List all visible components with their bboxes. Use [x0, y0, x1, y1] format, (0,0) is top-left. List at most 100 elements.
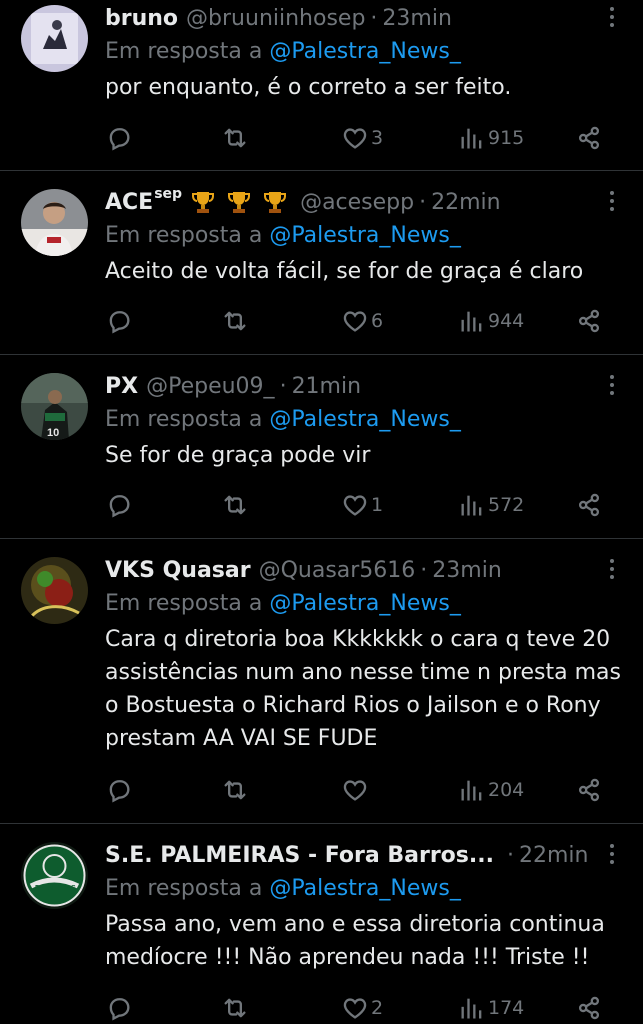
retweet-button[interactable] — [221, 485, 249, 525]
views-icon — [461, 780, 482, 801]
reply-context: Em resposta a @Palestra_News_ — [105, 404, 623, 436]
action-bar: 1 572 — [105, 485, 643, 525]
timestamp[interactable]: 23min — [432, 558, 501, 583]
reply-icon — [109, 128, 130, 151]
display-name[interactable]: ACE — [105, 190, 153, 215]
views-icon — [461, 128, 482, 149]
timestamp[interactable]: 23min — [382, 6, 451, 31]
view-count: 174 — [488, 997, 525, 1019]
views-button[interactable]: 174 — [458, 988, 524, 1024]
share-icon — [578, 493, 600, 517]
action-bar: 6 944 — [105, 301, 643, 341]
action-bar: 204 — [105, 770, 643, 810]
timestamp[interactable]: 22min — [519, 843, 588, 868]
like-icon — [343, 998, 367, 1019]
retweet-icon — [224, 998, 246, 1018]
display-name[interactable]: VKS Quasar — [105, 558, 251, 583]
retweet-button[interactable] — [221, 118, 249, 158]
more-icon[interactable] — [609, 559, 615, 581]
timestamp[interactable]: 21min — [292, 374, 361, 399]
more-icon[interactable] — [609, 7, 615, 29]
display-name[interactable]: S.E. PALMEIRAS - Fora Barros... — [105, 843, 494, 868]
like-button[interactable] — [341, 770, 371, 810]
like-button[interactable]: 6 — [341, 301, 383, 341]
retweet-button[interactable] — [221, 301, 249, 341]
retweet-icon — [224, 780, 246, 800]
retweet-button[interactable] — [221, 988, 249, 1024]
tweet[interactable]: VKS Quasar @Quasar5616 · 23min Em respos… — [0, 539, 643, 824]
tweet[interactable]: PALMEIRAS S.E. PALMEIRAS - Fora Barros..… — [0, 824, 643, 1024]
tweet[interactable]: 10 PX @Pepeu09_ · 21min Em resposta a @P… — [0, 355, 643, 539]
reply-button[interactable] — [105, 118, 133, 158]
like-count: 3 — [371, 127, 384, 149]
share-button[interactable] — [575, 301, 603, 341]
svg-text:PALMEIRAS: PALMEIRAS — [35, 885, 76, 892]
mention-link[interactable]: @Palestra_News_ — [269, 223, 460, 248]
like-button[interactable]: 2 — [341, 988, 383, 1024]
share-button[interactable] — [575, 118, 603, 158]
views-button[interactable]: 915 — [458, 118, 524, 158]
share-button[interactable] — [575, 988, 603, 1024]
reply-button[interactable] — [105, 770, 133, 810]
view-count: 915 — [488, 127, 525, 149]
like-icon — [343, 495, 367, 516]
user-handle[interactable]: @bruuniinhosep — [186, 6, 365, 31]
reply-icon — [109, 495, 130, 518]
share-icon — [578, 778, 600, 802]
views-icon — [461, 998, 482, 1019]
user-handle[interactable]: @Pepeu09_ — [146, 374, 274, 399]
avatar[interactable]: PALMEIRAS — [21, 842, 88, 909]
user-handle[interactable]: @Quasar5616 — [259, 558, 416, 583]
display-name[interactable]: bruno — [105, 6, 178, 31]
avatar[interactable]: 10 — [21, 373, 88, 440]
like-button[interactable]: 3 — [341, 118, 383, 158]
view-count: 204 — [488, 779, 525, 801]
reply-button[interactable] — [105, 988, 133, 1024]
reply-icon — [109, 998, 130, 1021]
tweet[interactable]: bruno @bruuniinhosep · 23min Em resposta… — [0, 0, 643, 171]
timestamp[interactable]: 22min — [431, 190, 500, 215]
like-icon — [343, 780, 367, 801]
action-bar: 3 915 — [105, 118, 643, 158]
more-icon[interactable] — [609, 844, 615, 866]
svg-text:10: 10 — [47, 427, 59, 439]
trophy-icon — [228, 192, 251, 213]
user-handle[interactable]: @acesepp — [300, 190, 414, 215]
views-button[interactable]: 204 — [458, 770, 524, 810]
like-icon — [343, 311, 367, 332]
share-button[interactable] — [575, 770, 603, 810]
separator-dot: · — [506, 842, 514, 868]
views-button[interactable]: 944 — [458, 301, 524, 341]
tweet[interactable]: ACE sep @acesepp · 22min Em resposta a @… — [0, 171, 643, 355]
reply-feed: bruno @bruuniinhosep · 23min Em resposta… — [0, 0, 643, 1024]
more-icon[interactable] — [609, 375, 615, 397]
reply-prefix: Em resposta a — [105, 407, 263, 432]
avatar[interactable] — [21, 189, 88, 256]
share-button[interactable] — [575, 485, 603, 525]
avatar[interactable] — [21, 557, 88, 624]
views-button[interactable]: 572 — [458, 485, 524, 525]
avatar[interactable] — [21, 5, 88, 72]
reply-button[interactable] — [105, 301, 133, 341]
tweet-text: Cara q diretoria boa Kkkkkkk o cara q te… — [105, 627, 621, 751]
like-button[interactable]: 1 — [341, 485, 383, 525]
reply-context: Em resposta a @Palestra_News_ — [105, 36, 623, 68]
reply-button[interactable] — [105, 485, 133, 525]
share-icon — [578, 126, 600, 150]
retweet-button[interactable] — [221, 770, 249, 810]
like-count: 2 — [371, 997, 384, 1019]
mention-link[interactable]: @Palestra_News_ — [269, 591, 460, 616]
more-icon[interactable] — [609, 191, 615, 213]
retweet-icon — [224, 311, 246, 331]
reply-prefix: Em resposta a — [105, 591, 263, 616]
name-superscript: sep — [154, 186, 183, 202]
action-bar: 2 174 — [105, 988, 643, 1024]
mention-link[interactable]: @Palestra_News_ — [269, 39, 460, 64]
separator-dot: · — [419, 189, 427, 215]
mention-link[interactable]: @Palestra_News_ — [269, 407, 460, 432]
view-count: 572 — [488, 494, 525, 516]
reply-prefix: Em resposta a — [105, 39, 263, 64]
retweet-icon — [224, 495, 246, 515]
mention-link[interactable]: @Palestra_News_ — [269, 876, 460, 901]
display-name[interactable]: PX — [105, 374, 138, 399]
